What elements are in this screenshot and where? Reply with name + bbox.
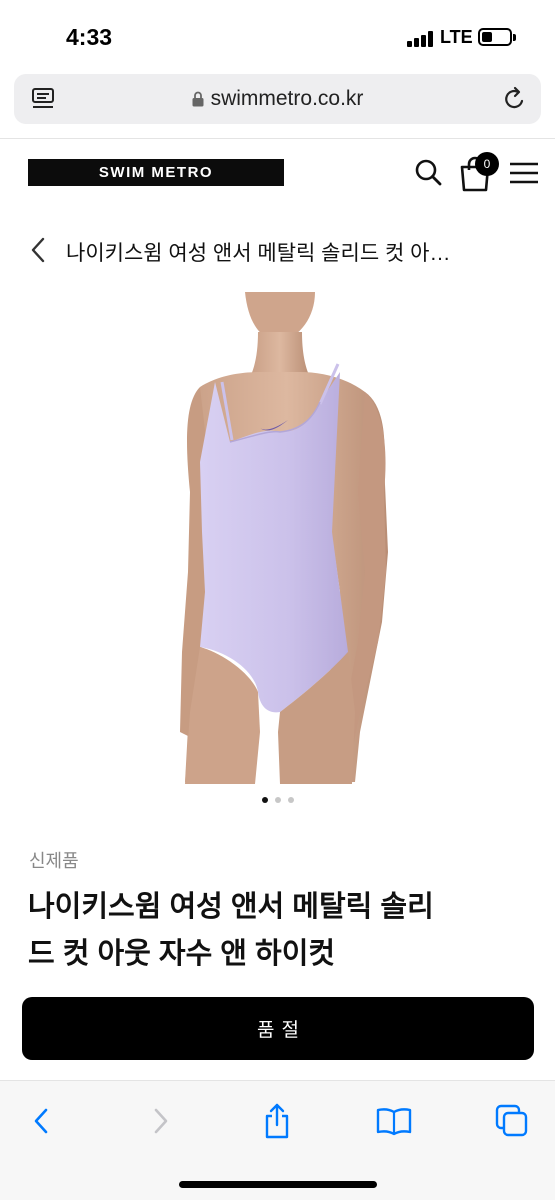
cart-count-badge: 0 [475,152,499,176]
home-indicator [179,1181,377,1188]
reload-icon[interactable] [503,86,527,112]
forward-arrow-icon [154,1108,168,1134]
condition-label: 신제품 [29,851,79,871]
bookmarks-button[interactable] [372,1099,416,1143]
gallery-dot[interactable] [274,797,281,803]
tabs-icon [495,1104,528,1137]
back-arrow-icon [34,1108,48,1134]
logo-text: SWIM METRO [98,164,214,181]
page-title: 나이키스윔 여성 앤서 메탈릭 솔리드 컷 아… [66,242,451,265]
lock-icon [192,91,204,107]
back-chevron-icon[interactable] [28,236,48,264]
status-bar: 4:33 LTE [0,0,555,72]
share-icon [265,1103,289,1139]
search-icon[interactable] [414,157,442,187]
battery-tip [513,34,516,41]
signal-icon [407,31,435,47]
sold-out-label: 품절 [257,1020,306,1041]
back-button[interactable] [19,1099,63,1143]
breadcrumb: 나이키스윔 여성 앤서 메탈릭 솔리드 컷 아… [0,228,555,272]
product-image[interactable] [160,292,400,784]
address-bar[interactable]: swimmetro.co.kr [14,74,541,124]
gallery-dot[interactable] [287,797,294,803]
battery-icon [478,28,512,46]
tabs-button[interactable] [490,1099,534,1143]
url-text[interactable]: swimmetro.co.kr [211,87,364,111]
hamburger-menu-icon[interactable] [509,160,539,186]
gallery-pagination[interactable] [0,797,555,807]
product-name-line2: 드 컷 아웃 자수 앤 하이컷 [28,938,336,970]
site-logo[interactable]: SWIM METRO [28,159,284,186]
share-button[interactable] [255,1099,299,1143]
site-header: SWIM METRO [0,140,555,210]
gallery-dot[interactable] [261,797,268,803]
network-label: LTE [440,27,473,47]
sold-out-button[interactable]: 품절 [22,997,534,1060]
divider [0,138,555,139]
product-name: 나이키스윔 여성 앤서 메탈릭 솔리 드 컷 아웃 자수 앤 하이컷 [28,884,528,978]
status-time: 4:33 [66,24,113,50]
forward-button[interactable] [139,1099,183,1143]
product-name-line1: 나이키스윔 여성 앤서 메탈릭 솔리 [28,891,434,923]
book-icon [376,1108,412,1136]
